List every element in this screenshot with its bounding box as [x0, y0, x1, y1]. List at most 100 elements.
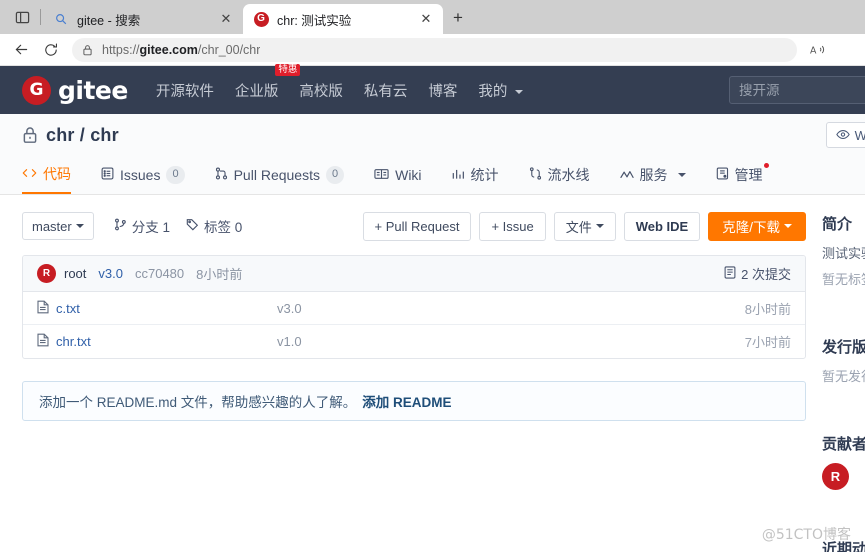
file-menu-button[interactable]: 文件	[553, 211, 616, 241]
web-ide-button[interactable]: Web IDE	[623, 211, 701, 241]
browser-tab-1-title: chr: 测试实验	[277, 13, 352, 28]
tab-service[interactable]: 服务	[619, 156, 686, 194]
tab-pipeline-label: 流水线	[547, 167, 590, 183]
table-row[interactable]: c.txt v3.0 8小时前	[23, 292, 805, 325]
repo-title-row: chr / chr Watch	[22, 114, 865, 156]
watch-button[interactable]: Watch	[825, 122, 865, 148]
wiki-icon	[374, 167, 389, 183]
pull-request-icon	[215, 167, 228, 183]
page-root: gitee - 搜索 ✕ G chr: 测试实验 ✕ + https://git…	[0, 0, 865, 552]
tab-issues-label: Issues	[120, 167, 161, 183]
tag-icon	[186, 218, 199, 234]
chevron-down-icon	[677, 173, 686, 177]
tab-stats[interactable]: 统计	[452, 156, 499, 194]
branches-link[interactable]: 分支 1	[114, 216, 170, 236]
browser-tab-0-close-icon[interactable]: ✕	[217, 10, 235, 28]
tab-manage[interactable]: 管理	[716, 156, 769, 194]
readme-prompt: 添加一个 README.md 文件，帮助感兴趣的人了解。 添加 README	[22, 381, 806, 421]
chevron-down-icon	[784, 224, 792, 228]
branch-selector[interactable]: master	[22, 212, 94, 240]
commit-sha[interactable]: cc70480	[135, 266, 184, 281]
readme-prompt-text: 添加一个 README.md 文件，帮助感兴趣的人了解。	[39, 395, 357, 410]
tab-wiki-label: Wiki	[395, 167, 422, 183]
file-commit-message: v1.0	[277, 334, 302, 349]
commit-message[interactable]: v3.0	[98, 266, 123, 281]
clone-download-button[interactable]: 克隆/下载	[708, 211, 806, 241]
nav-item-campus-label: 高校版	[299, 83, 343, 100]
sidebar-about-description: 测试实验	[822, 246, 865, 261]
sidebar-section-releases-title: 发行版	[822, 339, 865, 356]
file-name-cell[interactable]: chr.txt	[37, 333, 277, 350]
new-tab-button[interactable]: +	[443, 3, 473, 33]
contributor-avatar[interactable]: R	[822, 463, 849, 490]
page-body: master 分支 1 标签 0 + Pull Request + Issue …	[0, 195, 865, 552]
clone-download-button-label: 克隆/下载	[722, 220, 780, 235]
branches-link-label: 分支 1	[131, 220, 170, 235]
add-readme-link[interactable]: 添加 README	[362, 391, 451, 411]
back-arrow-icon[interactable]	[6, 36, 36, 64]
tab-pipeline[interactable]: 流水线	[529, 156, 590, 194]
manage-notification-dot	[763, 163, 769, 168]
address-bar[interactable]: https://gitee.com/chr_00/chr	[72, 37, 797, 62]
tab-issues[interactable]: Issues 0	[101, 156, 185, 194]
repo-header: chr / chr Watch 代码	[0, 114, 865, 195]
tab-code-label: 代码	[43, 166, 71, 182]
tab-pull-requests-count: 0	[325, 166, 345, 184]
tab-service-label: 服务	[639, 167, 668, 183]
tab-divider	[40, 9, 41, 25]
site-header: G gitee 开源软件 企业版 特惠 高校版 私有云 博客 我的	[0, 63, 865, 114]
commit-count-link[interactable]: 2 次提交	[724, 264, 791, 283]
latest-commit-row: R root v3.0 cc70480 8小时前 2 次提交	[23, 256, 805, 292]
browser-tab-0[interactable]: gitee - 搜索 ✕	[43, 4, 243, 34]
chevron-down-icon	[515, 89, 524, 94]
browser-toolbar-actions: A	[805, 37, 859, 63]
repo-tab-bar: 代码 Issues 0 Pull Requests 0 Wiki 统计 流水线 …	[22, 156, 843, 194]
nav-item-privatecloud-label: 私有云	[363, 83, 408, 100]
browser-toolbar: https://gitee.com/chr_00/chr A	[0, 34, 865, 66]
gitee-logo-text: gitee	[58, 75, 128, 105]
chevron-down-icon	[75, 224, 84, 228]
nav-item-campus[interactable]: 高校版	[299, 76, 343, 105]
tab-code[interactable]: 代码	[22, 156, 71, 194]
browser-tab-1-close-icon[interactable]: ✕	[417, 10, 435, 28]
tab-search-panel-icon[interactable]	[4, 0, 40, 34]
nav-item-enterprise[interactable]: 企业版 特惠	[235, 63, 301, 105]
avatar[interactable]: R	[37, 264, 56, 283]
nav-item-blog[interactable]: 博客	[428, 76, 457, 105]
file-name-cell[interactable]: c.txt	[37, 300, 277, 317]
table-row[interactable]: chr.txt v1.0 7小时前	[23, 325, 805, 358]
site-search[interactable]	[729, 76, 865, 104]
issues-icon	[101, 167, 114, 183]
browser-tab-1[interactable]: G chr: 测试实验 ✕	[243, 4, 443, 34]
nav-item-mine[interactable]: 我的	[478, 76, 524, 105]
reload-icon[interactable]	[36, 36, 66, 64]
eye-icon	[835, 128, 850, 143]
file-icon	[37, 300, 49, 317]
browser-tab-0-title: gitee - 搜索	[77, 13, 141, 28]
nav-item-privatecloud[interactable]: 私有云	[364, 76, 408, 105]
file-browser-panel: R root v3.0 cc70480 8小时前 2 次提交 c.txt v3.…	[22, 255, 806, 359]
file-time: 8小时前	[744, 301, 791, 317]
search-input[interactable]	[739, 82, 865, 98]
nav-item-opensource[interactable]: 开源软件	[156, 76, 214, 105]
new-issue-button[interactable]: + Issue	[479, 211, 546, 241]
favorites-icon[interactable]	[833, 37, 859, 63]
sidebar-section-contributors-title: 贡献者	[822, 436, 865, 453]
commit-author[interactable]: root	[64, 266, 86, 281]
tab-wiki[interactable]: Wiki	[374, 156, 422, 194]
tab-manage-label: 管理	[734, 167, 763, 183]
new-pull-request-button[interactable]: + Pull Request	[362, 211, 472, 241]
chevron-down-icon	[595, 224, 604, 228]
site-nav: 开源软件 企业版 特惠 高校版 私有云 博客 我的	[156, 63, 524, 105]
file-menu-button-label: 文件	[565, 219, 592, 235]
lock-icon	[22, 126, 38, 144]
search-icon	[53, 11, 69, 27]
read-aloud-icon[interactable]: A	[805, 37, 831, 63]
gitee-logo-mark: G	[22, 75, 51, 105]
tab-pull-requests[interactable]: Pull Requests 0	[215, 156, 345, 194]
gitee-logo[interactable]: G gitee	[22, 75, 128, 105]
repo-sidebar: 简介 测试实验 暂无标签 发行版 暂无发行版 贡献者 R 近期动态	[822, 195, 865, 552]
tags-link-label: 标签 0	[204, 220, 243, 235]
tags-link[interactable]: 标签 0	[186, 216, 242, 236]
